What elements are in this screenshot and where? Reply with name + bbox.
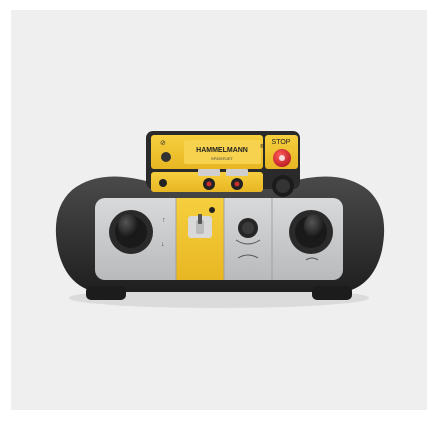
arrow-down-icon: ↓ [161, 241, 165, 248]
joystick-icon[interactable] [109, 210, 153, 254]
toggle-switch-icon[interactable] [188, 214, 212, 238]
stop-label: STOP [272, 139, 291, 146]
arrow-up-icon: ↑ [162, 217, 166, 224]
brand-mark: ® [260, 143, 264, 150]
indicator-icon [161, 152, 171, 162]
brand-logo: HAMMELMANN [196, 147, 248, 154]
small-button-icon[interactable] [159, 179, 167, 187]
model-name: SPIDERJET [211, 156, 234, 161]
joystick-icon[interactable] [289, 210, 333, 254]
horn-icon: ⊘ [160, 140, 166, 147]
indicator-light-icon [209, 207, 215, 213]
remote-control-photo: ⊘ HAMMELMANN ® SPIDERJET STOP ↑ ↓ [55, 131, 385, 308]
